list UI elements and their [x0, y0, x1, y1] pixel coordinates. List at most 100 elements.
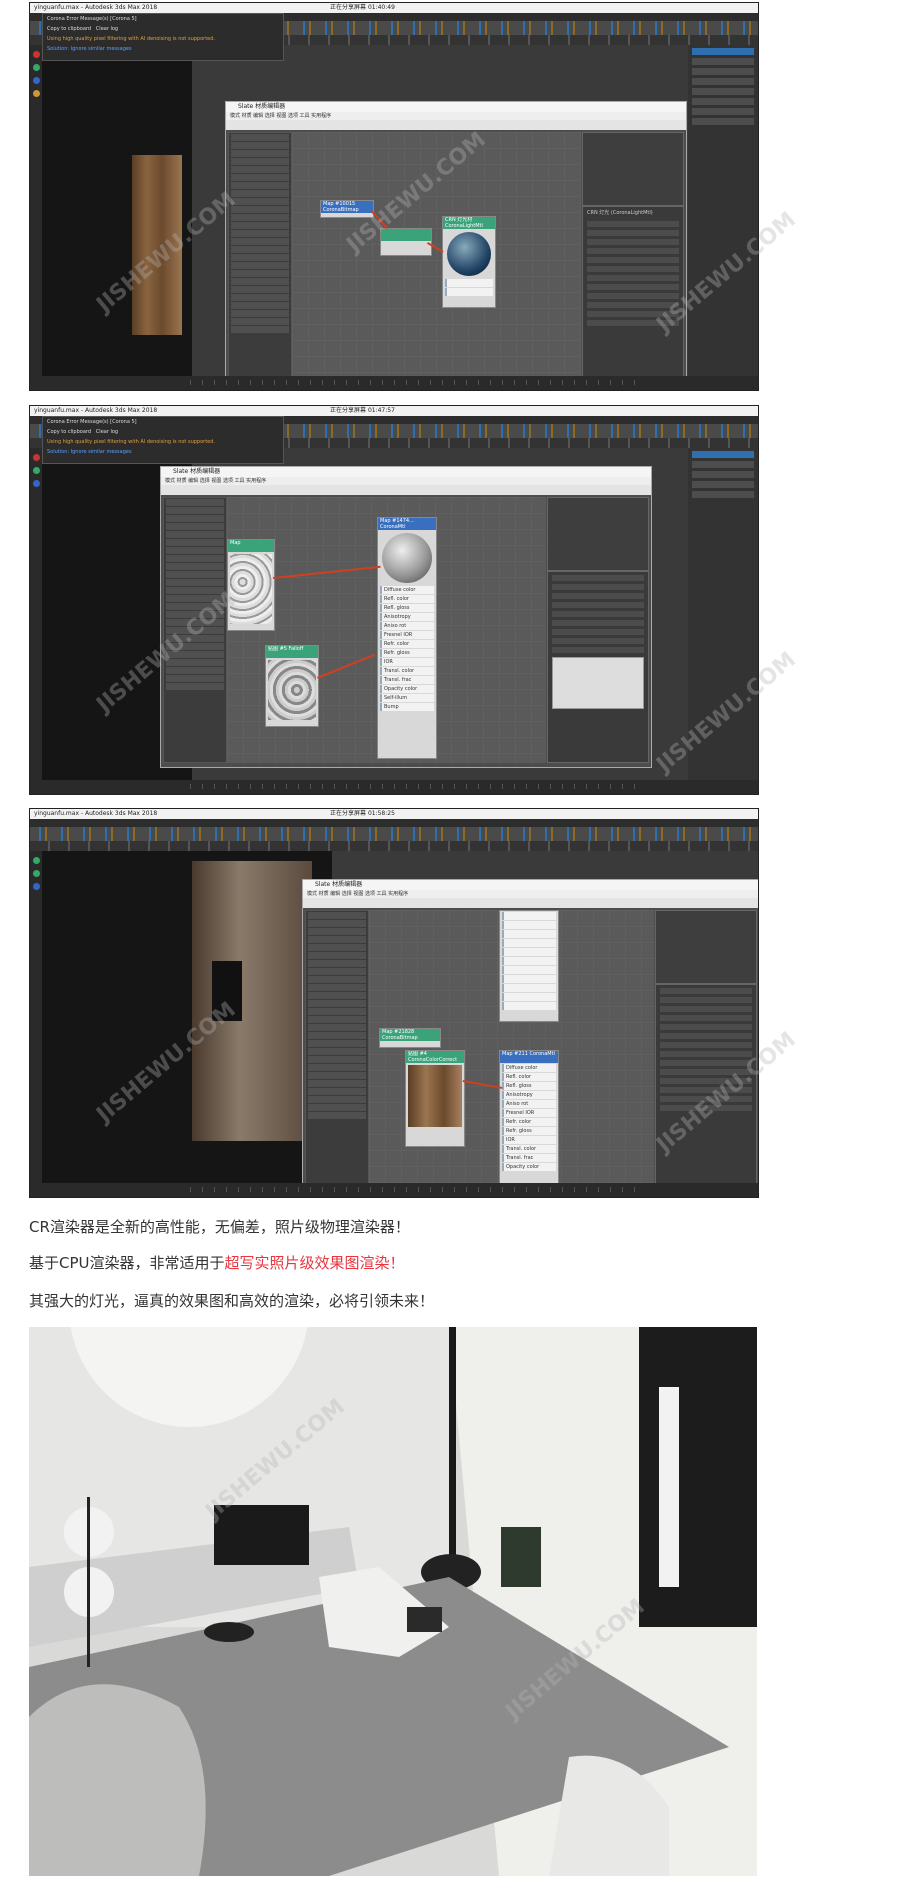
left-tool-strip[interactable] — [30, 448, 42, 780]
material-slot[interactable]: Fresnel IOR — [380, 631, 434, 639]
clear-log-button[interactable]: Clear log — [96, 429, 118, 435]
timeline[interactable] — [190, 380, 638, 385]
material-slot[interactable]: Aniso rot — [380, 622, 434, 630]
node-corona-mtl[interactable]: Map #1474... CoronaMtl Diffuse color Refl… — [377, 517, 437, 759]
left-tool-strip[interactable] — [30, 45, 42, 376]
console-warning: Using high quality pixel filtering with … — [47, 36, 216, 42]
slate-menu[interactable]: 模式 材质 编辑 选择 视图 选项 工具 实用程序 — [303, 890, 758, 898]
slate-menu[interactable]: 模式 材质 编辑 选择 视图 选项 工具 实用程序 — [161, 477, 651, 485]
tool-icon[interactable] — [32, 90, 40, 97]
tool-icon[interactable] — [32, 454, 40, 461]
timeline[interactable] — [190, 784, 638, 789]
share-status: 正在分享屏幕 01:40:49 — [330, 4, 395, 11]
navigator-panel[interactable] — [582, 132, 684, 206]
parameter-editor[interactable] — [547, 571, 649, 763]
main-toolbar[interactable] — [30, 827, 758, 841]
material-slot[interactable]: IOR — [502, 1136, 556, 1144]
share-status: 正在分享屏幕 01:58:25 — [330, 810, 395, 817]
navigator-panel[interactable] — [547, 497, 649, 571]
material-slot[interactable]: Aniso rot — [502, 1100, 556, 1108]
material-slot[interactable]: Refl. color — [502, 1073, 556, 1081]
console-title: Corona Error Message(s) [Corona 5] — [47, 16, 137, 22]
tool-icon[interactable] — [32, 480, 40, 487]
material-slot[interactable]: Refr. gloss — [380, 649, 434, 657]
parameter-editor[interactable]: CRN 灯光 (CoronaLightMtl) — [582, 206, 684, 388]
room-render — [192, 861, 312, 1141]
material-slot[interactable]: Refl. gloss — [502, 1082, 556, 1090]
material-browser[interactable] — [228, 132, 292, 388]
material-slot[interactable]: Diffuse color — [502, 1064, 556, 1072]
navigator-panel[interactable] — [655, 910, 757, 984]
material-slot[interactable]: Fresnel IOR — [502, 1109, 556, 1117]
material-slot[interactable]: Refr. gloss — [502, 1127, 556, 1135]
interior-render-image: JISHEWU.COM JISHEWU.COM — [29, 1327, 757, 1876]
menu-bar[interactable] — [30, 819, 758, 827]
material-slot[interactable]: Self-illum — [380, 694, 434, 702]
node-corona-mtl[interactable]: Map #211 CoronaMtl Diffuse color Refl. co… — [499, 1050, 559, 1192]
console-title: Corona Error Message(s) [Corona 5] — [47, 419, 137, 425]
tool-icon[interactable] — [32, 883, 40, 890]
clear-log-button[interactable]: Clear log — [96, 26, 118, 32]
node-bitmap[interactable]: Map — [227, 539, 275, 631]
material-slot[interactable]: Opacity color — [502, 1163, 556, 1171]
slot[interactable] — [445, 288, 493, 296]
material-slot[interactable]: Transl. color — [502, 1145, 556, 1153]
material-slot[interactable]: Anisotropy — [502, 1091, 556, 1099]
node-corona-bitmap[interactable]: Map #21828 CoronaBitmap — [379, 1028, 441, 1048]
material-slot[interactable]: Refl. gloss — [380, 604, 434, 612]
material-slot[interactable]: Opacity color — [380, 685, 434, 693]
material-slot[interactable]: Transl. frac — [502, 1154, 556, 1162]
texture-preview — [268, 660, 316, 720]
slate-toolbar[interactable] — [226, 120, 686, 130]
material-slot[interactable]: Bump — [380, 703, 434, 711]
material-slot[interactable]: Refr. color — [380, 640, 434, 648]
material-slot[interactable]: Anisotropy — [380, 613, 434, 621]
caption-line-3: 其强大的灯光，逼真的效果图和高效的渲染，必将引领未来！ — [29, 1292, 435, 1310]
tool-icon[interactable] — [32, 467, 40, 474]
left-tool-strip[interactable] — [30, 851, 42, 1183]
status-bar — [30, 376, 758, 390]
slate-toolbar[interactable] — [161, 485, 651, 495]
status-bar — [30, 780, 758, 794]
material-slot[interactable]: Refl. color — [380, 595, 434, 603]
tool-icon[interactable] — [32, 77, 40, 84]
material-slot[interactable]: Refr. color — [502, 1118, 556, 1126]
node-corona-light-mtl[interactable]: CRN 灯光材 CoronaLightMtl — [442, 216, 496, 308]
tool-icon[interactable] — [32, 857, 40, 864]
node-graph-view[interactable]: Map 贴图 #5 Falloff Map #1474... CoronaMtl… — [227, 497, 546, 763]
material-browser[interactable] — [305, 910, 369, 1194]
node-corona-bitmap[interactable]: Map #10015 CoronaBitmap — [320, 200, 374, 218]
texture-preview — [230, 554, 272, 624]
viewport[interactable] — [42, 851, 332, 1183]
tool-icon[interactable] — [32, 64, 40, 71]
viewport[interactable] — [42, 45, 192, 376]
slate-title: Slate 材质编辑器 — [161, 467, 651, 477]
tool-icon[interactable] — [32, 870, 40, 877]
material-slot[interactable]: IOR — [380, 658, 434, 666]
node-upper-slots[interactable] — [499, 910, 559, 1022]
window-title-bar: yinguanfu.max - Autodesk 3ds Max 2018 正在分… — [30, 406, 758, 416]
command-panel[interactable] — [688, 45, 758, 376]
curve-graph[interactable] — [552, 657, 644, 709]
slot[interactable] — [445, 279, 493, 287]
slate-menu[interactable]: 模式 材质 编辑 选择 视图 选项 工具 实用程序 — [226, 112, 686, 120]
copy-to-clipboard-button[interactable]: Copy to clipboard — [47, 429, 91, 435]
material-preview — [382, 533, 432, 583]
living-room-illustration — [29, 1327, 757, 1876]
node-color-correct[interactable]: 贴图 #4 CoronaColorCorrect — [405, 1050, 465, 1147]
slate-toolbar[interactable] — [303, 898, 758, 908]
node-graph-view[interactable]: Map #21828 CoronaBitmap 贴图 #4 CoronaColo… — [369, 910, 654, 1194]
node-falloff[interactable]: 贴图 #5 Falloff — [265, 645, 319, 727]
slate-title: Slate 材质编辑器 — [303, 880, 758, 890]
material-slot[interactable]: Transl. frac — [380, 676, 434, 684]
material-slot[interactable]: Transl. color — [380, 667, 434, 675]
copy-to-clipboard-button[interactable]: Copy to clipboard — [47, 26, 91, 32]
console-warning: Using high quality pixel filtering with … — [47, 439, 216, 445]
tool-icon[interactable] — [32, 51, 40, 58]
console-solution-link[interactable]: Solution: Ignore similar messages — [43, 447, 283, 457]
console-solution-link[interactable]: Solution: Ignore similar messages — [43, 44, 283, 54]
timeline[interactable] — [190, 1187, 638, 1192]
secondary-toolbar[interactable] — [30, 841, 758, 851]
window-title: yinguanfu.max - Autodesk 3ds Max 2018 — [34, 4, 158, 11]
material-slot[interactable]: Diffuse color — [380, 586, 434, 594]
